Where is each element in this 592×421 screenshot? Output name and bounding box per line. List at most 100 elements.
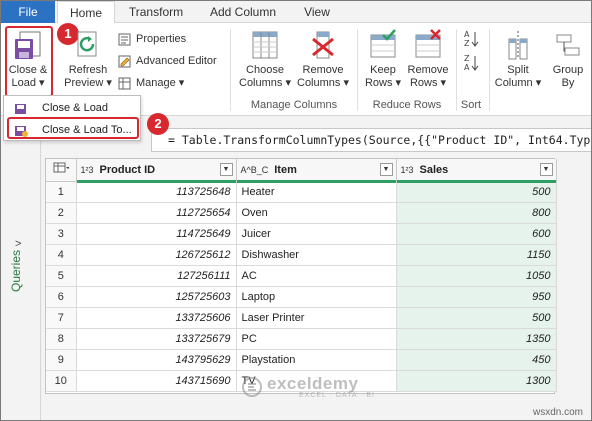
- sort-ascending-button[interactable]: A Z: [459, 29, 483, 52]
- separator: [489, 29, 490, 111]
- column-header-product-id[interactable]: 1²3 Product ID ▼: [76, 159, 237, 183]
- highlight-close-load: [5, 26, 53, 97]
- properties-label: Properties: [136, 33, 187, 45]
- split-column-button[interactable]: Split Column ▾: [493, 29, 543, 90]
- queries-pane[interactable]: > Queries: [1, 116, 41, 420]
- advanced-editor-button[interactable]: Advanced Editor: [118, 52, 217, 70]
- formula-text[interactable]: = Table.TransformColumnTypes(Source,{{"P…: [168, 133, 591, 147]
- refresh-label-1: Refresh: [68, 64, 108, 76]
- column-type-badge[interactable]: 1²3: [401, 165, 414, 175]
- remove-rows-icon: [415, 29, 441, 58]
- sort-descending-button[interactable]: Z A: [459, 53, 483, 76]
- tab-add-column[interactable]: Add Column: [201, 1, 285, 23]
- remove-rows-label-1: Remove: [407, 64, 449, 76]
- choose-columns-label-1: Choose: [246, 64, 284, 76]
- properties-button[interactable]: Properties: [118, 30, 186, 48]
- cell-item[interactable]: Juicer: [236, 223, 397, 245]
- row-number: 3: [46, 223, 77, 245]
- table-row[interactable]: 3 114725649 Juicer 600: [46, 223, 557, 245]
- cell-item[interactable]: Dishwasher: [236, 244, 397, 266]
- cell-product-id[interactable]: 112725654: [76, 202, 237, 224]
- remove-columns-label-1: Remove: [302, 64, 344, 76]
- site-watermark: wsxdn.com: [532, 407, 583, 418]
- row-number: 8: [46, 328, 77, 350]
- formula-bar[interactable]: = Table.TransformColumnTypes(Source,{{"P…: [151, 128, 591, 152]
- cell-product-id[interactable]: 133725679: [76, 328, 237, 350]
- table-row[interactable]: 8 133725679 PC 1350: [46, 328, 557, 350]
- ribbon-tab-bar: File Home Transform Add Column View: [1, 1, 591, 24]
- column-quality-bar: [76, 179, 236, 183]
- column-type-badge[interactable]: 1²3: [81, 165, 94, 175]
- group-by-label-2: By: [561, 77, 575, 89]
- remove-columns-icon: [312, 31, 334, 59]
- data-preview-grid[interactable]: 1²3 Product ID ▼ A^B_C Item ▼ 1²3 Sales ▼: [45, 158, 557, 394]
- cell-item[interactable]: AC: [236, 265, 397, 287]
- sort-ascending-icon: A Z: [464, 30, 479, 48]
- sort-group-label: Sort: [460, 99, 482, 111]
- cell-product-id[interactable]: 143715690: [76, 370, 237, 392]
- choose-columns-icon: [252, 31, 278, 59]
- table-row[interactable]: 6 125725603 Laptop 950: [46, 286, 557, 308]
- tab-file[interactable]: File: [1, 1, 55, 23]
- keep-rows-button[interactable]: Keep Rows ▾: [363, 29, 403, 90]
- cell-product-id[interactable]: 126725612: [76, 244, 237, 266]
- refresh-icon: [77, 31, 97, 57]
- group-by-icon: [556, 34, 580, 56]
- group-by-button[interactable]: Group By: [547, 29, 589, 90]
- cell-product-id[interactable]: 114725649: [76, 223, 237, 245]
- remove-rows-button[interactable]: Remove Rows ▾: [405, 29, 451, 90]
- separator: [230, 29, 231, 111]
- column-filter-dropdown-icon[interactable]: ▼: [219, 163, 233, 176]
- table-menu-button[interactable]: [46, 159, 77, 182]
- remove-columns-label-2: Columns ▾: [297, 77, 349, 89]
- table-row[interactable]: 7 133725606 Laser Printer 500: [46, 307, 557, 329]
- cell-item[interactable]: PC: [236, 328, 397, 350]
- cell-item[interactable]: Laser Printer: [236, 307, 397, 329]
- table-row[interactable]: 9 143795629 Playstation 450: [46, 349, 557, 371]
- column-type-badge[interactable]: A^B_C: [241, 165, 269, 175]
- table-row[interactable]: 4 126725612 Dishwasher 1150: [46, 244, 557, 266]
- column-filter-dropdown-icon[interactable]: ▼: [539, 163, 553, 176]
- table-row[interactable]: 2 112725654 Oven 800: [46, 202, 557, 224]
- cell-sales[interactable]: 1350: [396, 328, 557, 350]
- split-column-label-1: Split: [507, 64, 529, 76]
- cell-sales[interactable]: 800: [396, 202, 557, 224]
- manage-button[interactable]: Manage ▾: [118, 74, 184, 92]
- cell-sales[interactable]: 450: [396, 349, 557, 371]
- cell-sales[interactable]: 600: [396, 223, 557, 245]
- cell-sales[interactable]: 500: [396, 181, 557, 203]
- cell-product-id[interactable]: 125725603: [76, 286, 237, 308]
- cell-product-id[interactable]: 113725648: [76, 181, 237, 203]
- tab-home[interactable]: Home: [57, 1, 115, 24]
- power-query-editor-window: File Home Transform Add Column View Clos…: [0, 0, 592, 421]
- manage-label: Manage ▾: [136, 77, 185, 89]
- keep-rows-label-1: Keep: [370, 64, 396, 76]
- cell-product-id[interactable]: 127256111: [76, 265, 237, 287]
- cell-product-id[interactable]: 143795629: [76, 349, 237, 371]
- table-row[interactable]: 5 127256111 AC 1050: [46, 265, 557, 287]
- cell-item[interactable]: Oven: [236, 202, 397, 224]
- menu-item-close-load[interactable]: Close & Load: [4, 98, 140, 118]
- table-row[interactable]: 1 113725648 Heater 500: [46, 181, 557, 203]
- refresh-preview-button[interactable]: Refresh Preview ▾: [63, 29, 113, 90]
- tab-view[interactable]: View: [295, 1, 339, 23]
- cell-item[interactable]: Playstation: [236, 349, 397, 371]
- cell-item[interactable]: Laptop: [236, 286, 397, 308]
- watermark-name: exceldemy: [267, 374, 359, 393]
- column-filter-dropdown-icon[interactable]: ▼: [379, 163, 393, 176]
- cell-sales[interactable]: 500: [396, 307, 557, 329]
- cell-sales[interactable]: 1300: [396, 370, 557, 392]
- chevron-right-icon[interactable]: >: [15, 238, 21, 250]
- tab-transform[interactable]: Transform: [121, 1, 191, 23]
- choose-columns-button[interactable]: Choose Columns ▾: [237, 29, 293, 90]
- cell-product-id[interactable]: 133725606: [76, 307, 237, 329]
- remove-columns-button[interactable]: Remove Columns ▾: [295, 29, 351, 90]
- cell-item[interactable]: Heater: [236, 181, 397, 203]
- close-load-icon: [15, 104, 26, 114]
- cell-sales[interactable]: 1150: [396, 244, 557, 266]
- column-header-item[interactable]: A^B_C Item ▼: [236, 159, 397, 183]
- cell-sales[interactable]: 1050: [396, 265, 557, 287]
- column-header-sales[interactable]: 1²3 Sales ▼: [396, 159, 557, 183]
- queries-pane-label: Queries: [9, 249, 23, 292]
- cell-sales[interactable]: 950: [396, 286, 557, 308]
